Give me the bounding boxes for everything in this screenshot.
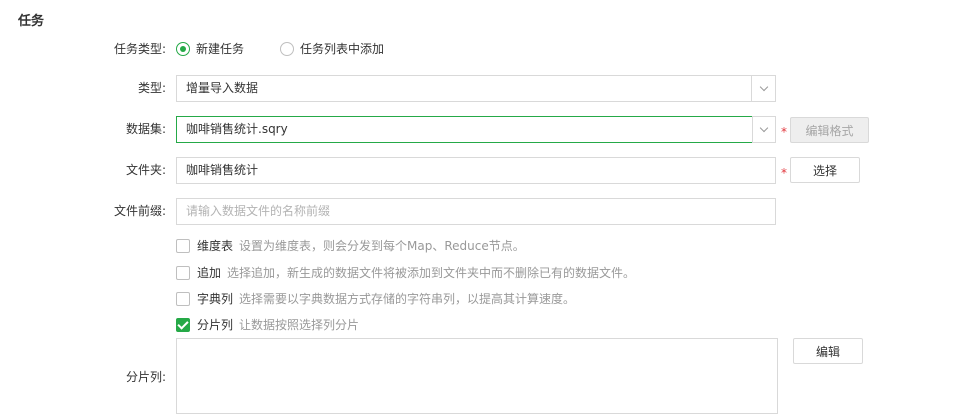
radio-add-to-list[interactable]: 任务列表中添加 — [280, 41, 384, 57]
partition-column-desc: 让数据按照选择列分片 — [239, 318, 360, 332]
dataset-required-mark: * — [781, 125, 787, 139]
append-label: 追加 — [197, 266, 222, 280]
dataset-arrow-wrap — [753, 117, 775, 142]
section-title: 任务 — [18, 14, 45, 29]
partition-column-textarea[interactable] — [176, 338, 778, 414]
radio-new-task[interactable]: 新建任务 — [176, 41, 244, 57]
option-append[interactable]: 追加 选择追加，新生成的数据文件将被添加到文件夹中而不删除已有的数据文件。 — [176, 265, 635, 281]
radio-new-task-circle[interactable] — [176, 42, 190, 56]
partition-column-checkbox[interactable] — [176, 318, 190, 332]
select-folder-button[interactable]: 选择 — [790, 157, 860, 183]
dictionary-column-label: 字典列 — [197, 292, 234, 306]
chevron-down-icon — [759, 82, 768, 92]
edit-partition-button[interactable]: 编辑 — [793, 338, 863, 364]
dimension-table-desc: 设置为维度表，则会分发到每个Map、Reduce节点。 — [239, 239, 525, 253]
dictionary-column-desc: 选择需要以字典数据方式存储的字符串列，以提高其计算速度。 — [239, 292, 576, 306]
append-checkbox[interactable] — [176, 266, 190, 280]
chevron-down-icon — [759, 123, 769, 133]
prefix-input[interactable]: 请输入数据文件的名称前缀 — [176, 198, 776, 225]
type-select-value: 增量导入数据 — [186, 81, 259, 95]
partition-column-label: 分片列 — [197, 318, 234, 332]
radio-add-to-list-label: 任务列表中添加 — [300, 42, 385, 56]
option-dimension-table[interactable]: 维度表 设置为维度表，则会分发到每个Map、Reduce节点。 — [176, 238, 525, 254]
task-type-radio-group: 新建任务 任务列表中添加 — [176, 41, 420, 57]
radio-new-task-label: 新建任务 — [196, 42, 245, 56]
option-dictionary-column[interactable]: 字典列 选择需要以字典数据方式存储的字符串列，以提高其计算速度。 — [176, 291, 575, 307]
dimension-table-label: 维度表 — [197, 239, 234, 253]
dataset-select-value: 咖啡销售统计.sqry — [186, 122, 288, 136]
prefix-label: 文件前缀: — [113, 204, 166, 218]
option-partition-column[interactable]: 分片列 让数据按照选择列分片 — [176, 317, 359, 333]
folder-label: 文件夹: — [125, 163, 166, 177]
dimension-table-checkbox[interactable] — [176, 239, 190, 253]
edit-format-button[interactable]: 编辑格式 — [790, 117, 869, 143]
partition-label: 分片列: — [125, 370, 166, 384]
dataset-label: 数据集: — [125, 122, 166, 136]
type-label: 类型: — [137, 81, 166, 95]
type-select-arrow[interactable] — [751, 76, 775, 101]
type-select[interactable]: 增量导入数据 — [176, 75, 776, 102]
dataset-select[interactable]: 咖啡销售统计.sqry — [176, 116, 753, 143]
dataset-select-arrow[interactable] — [752, 116, 776, 143]
folder-required-mark: * — [781, 166, 787, 180]
append-desc: 选择追加，新生成的数据文件将被添加到文件夹中而不删除已有的数据文件。 — [227, 266, 636, 280]
radio-add-to-list-circle[interactable] — [280, 42, 295, 56]
folder-input[interactable]: 咖啡销售统计 — [176, 157, 776, 184]
dictionary-column-checkbox[interactable] — [176, 292, 190, 306]
task-type-label: 任务类型: — [113, 42, 166, 56]
